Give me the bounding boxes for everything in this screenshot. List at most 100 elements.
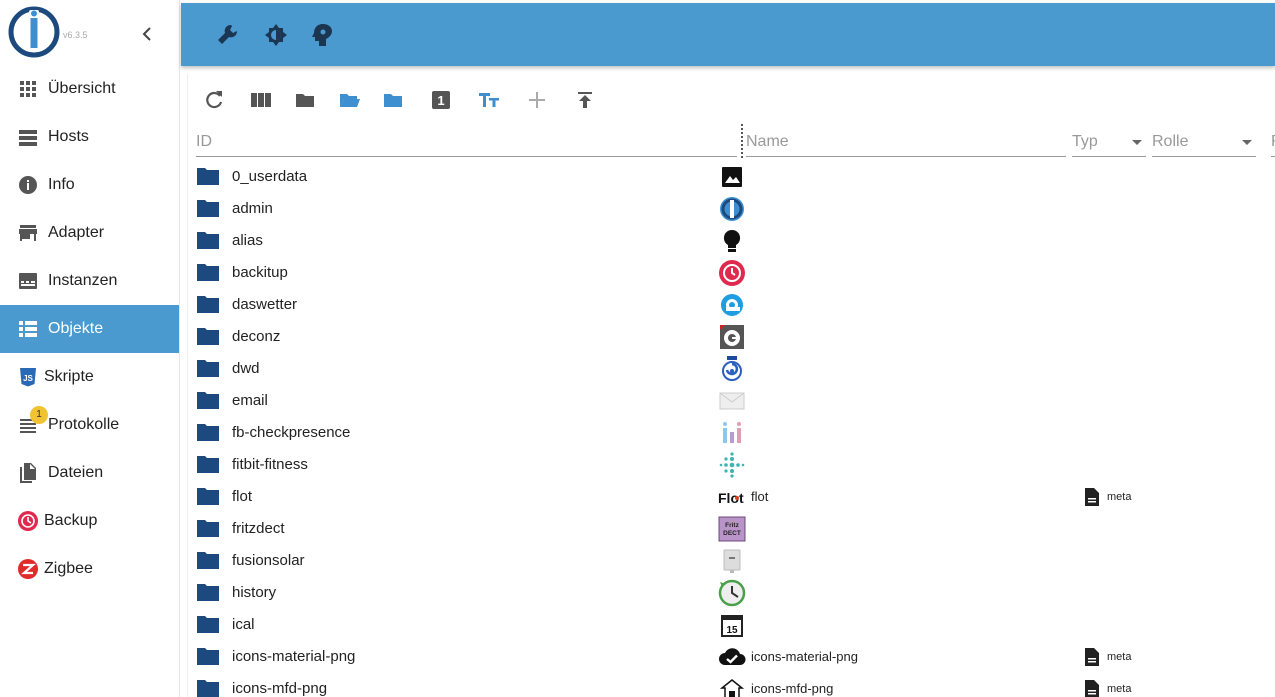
- object-id: backitup: [232, 264, 288, 281]
- image-icon: [718, 163, 746, 191]
- expert-mode-icon: [312, 24, 332, 46]
- svg-text:DECT: DECT: [723, 530, 741, 537]
- folder-icon[interactable]: [196, 358, 220, 378]
- svg-text:1: 1: [437, 93, 444, 108]
- folder-icon[interactable]: [196, 646, 220, 666]
- envelope-icon: [718, 387, 746, 415]
- object-id: icons-material-png: [232, 648, 356, 665]
- sidebar-item-label: Objekte: [48, 320, 104, 337]
- sidebar-item-backup[interactable]: Backup: [0, 497, 179, 545]
- backup-icon: [18, 511, 38, 531]
- folder-icon[interactable]: [196, 486, 220, 506]
- column-resize-handle[interactable]: [741, 124, 743, 158]
- room-filter-select[interactable]: R: [1271, 129, 1275, 157]
- table-row[interactable]: deconz: [188, 320, 1275, 352]
- table-row[interactable]: alias: [188, 224, 1275, 256]
- deconz-icon: [718, 323, 746, 351]
- type-filter-select[interactable]: Typ: [1072, 129, 1146, 157]
- object-id: ical: [232, 616, 255, 633]
- name-filter-input[interactable]: [746, 129, 1066, 155]
- folder-icon[interactable]: [196, 198, 220, 218]
- collapse-folders-button[interactable]: [293, 88, 317, 112]
- folder-icon[interactable]: [196, 262, 220, 282]
- folder-icon[interactable]: [196, 678, 220, 697]
- folder-icon[interactable]: [196, 582, 220, 602]
- folder-icon[interactable]: [196, 390, 220, 410]
- chevron-down-icon: [1242, 140, 1252, 145]
- object-name: flot: [751, 489, 769, 504]
- collapse-sidebar-button[interactable]: [139, 24, 157, 44]
- sidebar-item-label: Adapter: [48, 224, 105, 241]
- expand-all-button[interactable]: [337, 88, 361, 112]
- sidebar-item-skripte[interactable]: JS Skripte: [0, 353, 179, 401]
- lightbulb-icon: [718, 227, 746, 255]
- table-row[interactable]: fitbit-fitness: [188, 448, 1275, 480]
- sidebar-item-instanzen[interactable]: Instanzen: [0, 257, 179, 305]
- folder-icon[interactable]: [196, 422, 220, 442]
- sidebar-item-protokolle[interactable]: 1 Protokolle: [0, 401, 179, 449]
- brightness-icon: [265, 24, 287, 46]
- table-row[interactable]: history: [188, 576, 1275, 608]
- folder-icon[interactable]: [196, 294, 220, 314]
- iobroker-logo[interactable]: [8, 6, 60, 58]
- table-row[interactable]: fb-checkpresence: [188, 416, 1275, 448]
- table-row[interactable]: dwd: [188, 352, 1275, 384]
- table-row[interactable]: icons-material-png icons-material-png meta: [188, 640, 1275, 672]
- table-row[interactable]: daswetter: [188, 288, 1275, 320]
- table-row[interactable]: admin: [188, 192, 1275, 224]
- history-clock-icon: [718, 579, 746, 607]
- table-row[interactable]: icons-mfd-png icons-mfd-png meta: [188, 672, 1275, 697]
- expand-one-level-button[interactable]: [381, 88, 405, 112]
- folder-icon[interactable]: [196, 614, 220, 634]
- settings-wrench-button[interactable]: [215, 22, 241, 48]
- toggle-states-button[interactable]: 1: [429, 88, 453, 112]
- store-icon: [19, 225, 37, 241]
- sidebar-item-objekte[interactable]: Objekte: [0, 305, 179, 353]
- table-row[interactable]: backitup: [188, 256, 1275, 288]
- folder-icon[interactable]: [196, 326, 220, 346]
- object-id: daswetter: [232, 296, 298, 313]
- add-icon: [529, 92, 545, 108]
- text-size-button[interactable]: [477, 88, 501, 112]
- object-id: flot: [232, 488, 253, 505]
- role-filter-label: Rolle: [1152, 133, 1189, 150]
- folder-icon[interactable]: [196, 518, 220, 538]
- object-id: admin: [232, 200, 273, 217]
- upload-button[interactable]: [573, 88, 597, 112]
- sidebar-item-label: Zigbee: [44, 560, 93, 577]
- role-filter-select[interactable]: Rolle: [1152, 129, 1256, 157]
- table-row[interactable]: ical 15: [188, 608, 1275, 640]
- table-row[interactable]: email: [188, 384, 1275, 416]
- refresh-button[interactable]: [202, 88, 226, 112]
- number-1-icon: 1: [432, 91, 450, 109]
- table-row[interactable]: fusionsolar: [188, 544, 1275, 576]
- id-filter[interactable]: [196, 129, 737, 157]
- folder-icon[interactable]: [196, 166, 220, 186]
- folder-icon[interactable]: [196, 230, 220, 250]
- add-object-button[interactable]: [525, 88, 549, 112]
- calendar-icon: 15: [718, 611, 746, 639]
- sidebar-item-label: Backup: [44, 512, 98, 529]
- sidebar-item-adapter[interactable]: Adapter: [0, 209, 179, 257]
- columns-button[interactable]: [249, 88, 273, 112]
- table-row[interactable]: flot Flot flot meta: [188, 480, 1275, 512]
- sidebar-item-dateien[interactable]: Dateien: [0, 449, 179, 497]
- sidebar-item-hosts[interactable]: Hosts: [0, 113, 179, 161]
- house-icon: [718, 675, 746, 697]
- expert-mode-button[interactable]: [310, 22, 336, 48]
- theme-toggle-button[interactable]: [263, 22, 289, 48]
- sidebar-item-zigbee[interactable]: Zigbee: [0, 545, 179, 593]
- table-row[interactable]: 0_userdata: [188, 160, 1275, 192]
- sidebar-item-info[interactable]: Info: [0, 161, 179, 209]
- folder-icon[interactable]: [196, 454, 220, 474]
- sidebar-item-label: Dateien: [48, 464, 104, 481]
- table-row[interactable]: fritzdect Fritz DECT: [188, 512, 1275, 544]
- sidebar-item-label: Skripte: [44, 368, 94, 385]
- id-filter-input[interactable]: [196, 129, 737, 155]
- notification-badge: 1: [30, 406, 48, 424]
- folder-closed-icon: [296, 94, 314, 107]
- object-id: email: [232, 392, 268, 409]
- folder-icon[interactable]: [196, 550, 220, 570]
- sidebar-item-uebersicht[interactable]: Übersicht: [0, 65, 179, 113]
- name-filter[interactable]: [746, 129, 1066, 157]
